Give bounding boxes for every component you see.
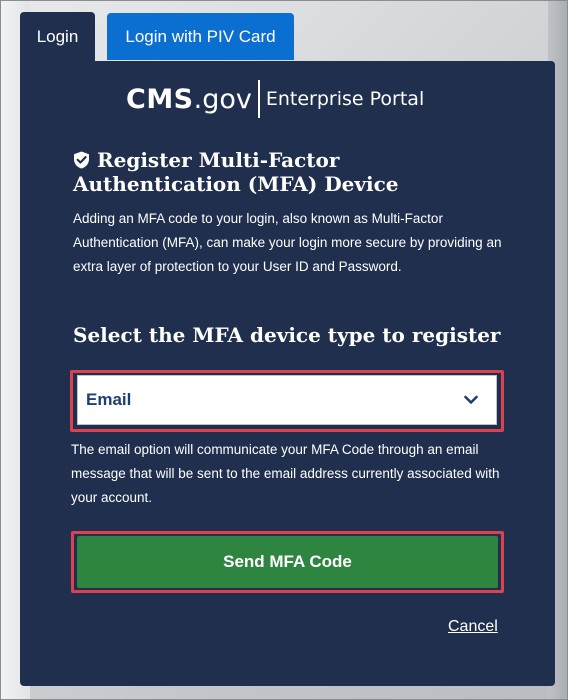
cms-enterprise-portal-logo: CMS .gov Enterprise Portal (126, 79, 424, 119)
heading-line-2-row: Authentication (MFA) Device (73, 172, 513, 196)
chevron-down-icon (464, 395, 478, 404)
logo-cms-text: CMS (126, 83, 194, 115)
shield-check-icon (74, 151, 89, 169)
page-heading: Register Multi-Factor Authentication (MF… (73, 148, 513, 196)
tab-login-with-piv-card[interactable]: Login with PIV Card (107, 13, 294, 60)
email-option-description: The email option will communicate your M… (71, 442, 500, 505)
tab-login-label: Login (36, 26, 79, 46)
tab-login[interactable]: Login (20, 12, 95, 61)
logo-gov-text: .gov (193, 83, 252, 115)
mfa-device-type-select[interactable]: Email (77, 375, 497, 425)
tab-piv-label: Login with PIV Card (125, 26, 276, 46)
select-device-type-label: Select the MFA device type to register (73, 323, 501, 347)
intro-text: Adding an MFA code to your login, also k… (73, 211, 502, 274)
send-mfa-code-button[interactable]: Send MFA Code (77, 536, 498, 588)
select-value: Email (86, 390, 132, 409)
logo-divider (257, 80, 260, 118)
logo-portal-text: Enterprise Portal (265, 88, 425, 110)
heading-line-1-row: Register Multi-Factor (73, 148, 513, 172)
heading-line-1: Register Multi-Factor (97, 148, 340, 172)
cancel-link[interactable]: Cancel (448, 618, 498, 636)
heading-line-2: Authentication (MFA) Device (73, 172, 399, 196)
login-panel: CMS .gov Enterprise Portal Register Multi… (20, 61, 555, 686)
